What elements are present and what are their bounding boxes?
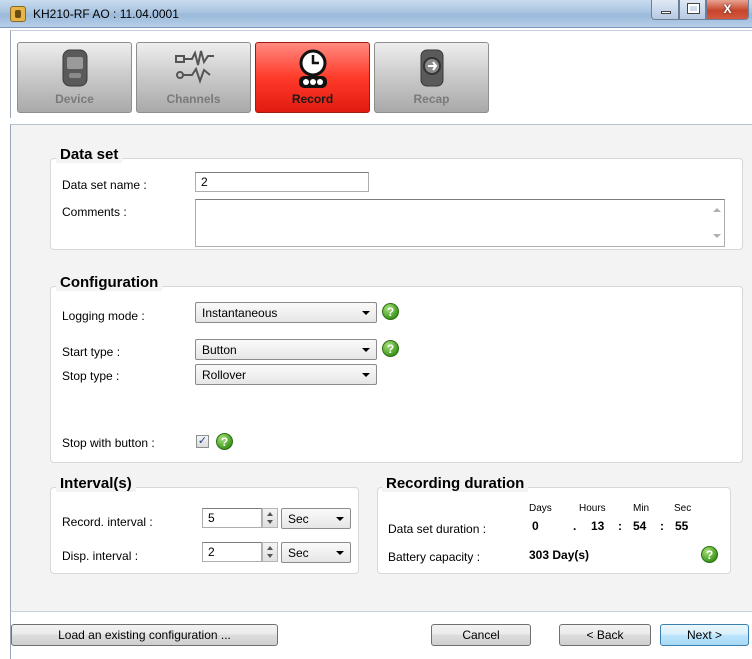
battery-capacity-label: Battery capacity : xyxy=(388,550,481,564)
recap-icon xyxy=(420,49,444,87)
disp-interval-input[interactable]: 2 xyxy=(202,542,262,562)
stop-type-value: Rollover xyxy=(202,368,247,382)
record-interval-unit-select[interactable]: Sec xyxy=(281,508,351,529)
record-interval-unit: Sec xyxy=(288,512,309,526)
start-type-select[interactable]: Button xyxy=(195,339,377,360)
data-set-name-input[interactable]: 2 xyxy=(195,172,369,192)
start-type-value: Button xyxy=(202,343,237,357)
chevron-down-icon xyxy=(336,551,344,555)
comments-label: Comments : xyxy=(62,205,127,219)
data-set-duration-label: Data set duration : xyxy=(388,522,487,536)
maximize-button[interactable] xyxy=(679,0,706,20)
title-bar: KH210-RF AO : 11.04.0001 X xyxy=(0,0,752,28)
tab-channels-label: Channels xyxy=(166,92,221,106)
tab-channels[interactable]: Channels xyxy=(136,42,251,113)
start-type-help-icon[interactable]: ? xyxy=(382,340,399,357)
record-interval-label: Record. interval : xyxy=(62,515,153,529)
wizard-toolbar: Device Channels Record Recap xyxy=(10,30,752,118)
days-header: Days xyxy=(529,503,552,514)
duration-sep-3: : xyxy=(660,519,664,533)
window-title: KH210-RF AO : 11.04.0001 xyxy=(33,7,179,21)
scroll-down-icon[interactable] xyxy=(713,234,721,238)
tab-record-label: Record xyxy=(291,92,334,106)
next-button[interactable]: Next > xyxy=(660,624,749,646)
chevron-down-icon xyxy=(362,311,370,315)
disp-interval-unit: Sec xyxy=(288,546,309,560)
app-icon xyxy=(10,6,26,22)
data-set-name-label: Data set name : xyxy=(62,178,147,192)
configuration-title: Configuration xyxy=(56,274,163,291)
back-button[interactable]: < Back xyxy=(559,624,651,646)
battery-help-icon[interactable]: ? xyxy=(701,546,718,563)
stop-with-button-checkbox[interactable]: ✓ xyxy=(196,435,209,448)
logging-mode-value: Instantaneous xyxy=(202,306,278,320)
duration-sec: 55 xyxy=(675,519,689,533)
min-header: Min xyxy=(633,503,650,514)
logging-mode-help-icon[interactable]: ? xyxy=(382,303,399,320)
tab-device-label: Device xyxy=(55,92,94,106)
stop-with-button-help-icon[interactable]: ? xyxy=(216,433,233,450)
disp-interval-stepper[interactable] xyxy=(262,542,278,562)
start-type-label: Start type : xyxy=(62,345,121,359)
record-interval-input[interactable]: 5 xyxy=(202,508,262,528)
chevron-down-icon xyxy=(362,373,370,377)
hours-header: Hours xyxy=(579,503,606,514)
logging-mode-label: Logging mode : xyxy=(62,309,145,323)
tab-recap[interactable]: Recap xyxy=(374,42,489,113)
scroll-up-icon[interactable] xyxy=(713,208,721,212)
bottom-bar: Load an existing configuration ... Cance… xyxy=(10,611,752,659)
record-interval-stepper[interactable] xyxy=(262,508,278,528)
minimize-icon xyxy=(661,11,671,14)
duration-sep-1: . xyxy=(573,519,577,533)
stop-with-button-label: Stop with button : xyxy=(62,436,155,450)
tab-record[interactable]: Record xyxy=(255,42,370,113)
battery-capacity-value: 303 Day(s) xyxy=(529,548,590,562)
stop-type-label: Stop type : xyxy=(62,369,120,383)
duration-sep-2: : xyxy=(618,519,622,533)
data-set-title: Data set xyxy=(56,146,123,163)
maximize-icon xyxy=(687,3,700,14)
channels-icon xyxy=(175,50,214,85)
logging-mode-select[interactable]: Instantaneous xyxy=(195,302,377,323)
device-icon xyxy=(62,49,88,87)
record-panel: Data set Data set name : 2 Comments : Co… xyxy=(10,124,752,611)
close-button[interactable]: X xyxy=(706,0,749,20)
stop-type-select[interactable]: Rollover xyxy=(195,364,377,385)
cancel-button[interactable]: Cancel xyxy=(431,624,531,646)
sec-header: Sec xyxy=(674,503,692,514)
intervals-title: Interval(s) xyxy=(56,475,136,492)
minimize-button[interactable] xyxy=(651,0,679,20)
close-icon: X xyxy=(723,2,732,16)
duration-days: 0 xyxy=(532,519,539,533)
clock-icon xyxy=(299,49,327,88)
disp-interval-unit-select[interactable]: Sec xyxy=(281,542,351,563)
tab-recap-label: Recap xyxy=(413,92,450,106)
disp-interval-label: Disp. interval : xyxy=(62,549,139,563)
comments-input[interactable] xyxy=(195,199,725,247)
chevron-down-icon xyxy=(336,517,344,521)
recording-duration-title: Recording duration xyxy=(382,475,529,492)
load-configuration-button[interactable]: Load an existing configuration ... xyxy=(11,624,278,646)
tab-device[interactable]: Device xyxy=(17,42,132,113)
duration-hours: 13 xyxy=(591,519,605,533)
duration-min: 54 xyxy=(633,519,647,533)
chevron-down-icon xyxy=(362,348,370,352)
